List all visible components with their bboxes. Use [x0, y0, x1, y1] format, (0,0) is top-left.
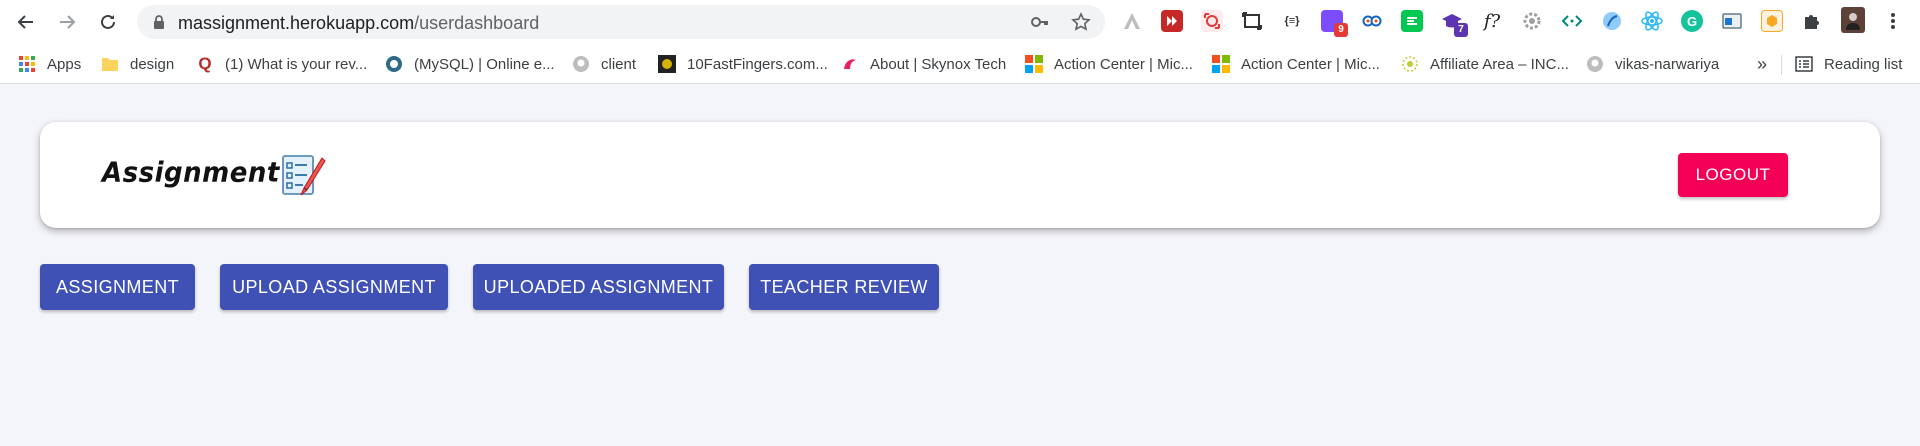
- apps-grid-icon: [18, 55, 36, 73]
- logout-button[interactable]: LOGOUT: [1678, 153, 1788, 197]
- bookmark-label: About | Skynox Tech: [870, 55, 1007, 73]
- microsoft-icon: [1025, 55, 1043, 73]
- bookmarks-overflow-button[interactable]: »: [1757, 53, 1767, 75]
- reading-list-icon: [1795, 55, 1813, 73]
- folder-icon: [101, 55, 119, 73]
- bookmark-label: client: [601, 55, 637, 73]
- key-icon[interactable]: [1030, 12, 1050, 32]
- bookmark-action-center-1[interactable]: Action Center | Mic...: [1025, 53, 1193, 75]
- bookmark-vikas-narwariya[interactable]: vikas-narwariya: [1586, 53, 1719, 75]
- adobe-icon[interactable]: [1121, 10, 1143, 32]
- uploaded-assignment-button[interactable]: UPLOADED ASSIGNMENT: [473, 264, 724, 310]
- back-button[interactable]: [10, 6, 42, 38]
- bookmark-label: Action Center | Mic...: [1241, 55, 1380, 73]
- video-downloader-icon[interactable]: [1161, 10, 1183, 32]
- react-icon[interactable]: [1641, 10, 1663, 32]
- bookmark-mysql[interactable]: (MySQL) | Online e...: [385, 53, 555, 75]
- reading-list-label: Reading list: [1824, 55, 1903, 73]
- github-icon: [572, 55, 590, 73]
- upload-assignment-button[interactable]: UPLOAD ASSIGNMENT: [220, 264, 448, 310]
- bookmarks-bar: Apps design Q (1) What is your rev... (M…: [0, 44, 1920, 84]
- more-menu-icon[interactable]: [1882, 10, 1904, 32]
- bookmark-action-center-2[interactable]: Action Center | Mic...: [1212, 53, 1380, 75]
- purple-extension-icon[interactable]: 9: [1321, 10, 1348, 37]
- bookmark-10fastfingers[interactable]: 10FastFingers.com...: [658, 53, 828, 75]
- lock-icon: [154, 15, 164, 29]
- skynox-icon: [841, 55, 859, 73]
- reading-list-button[interactable]: Reading list: [1795, 53, 1902, 75]
- bookmark-client[interactable]: client: [572, 53, 636, 75]
- bookmark-label: design: [130, 55, 175, 73]
- address-bar[interactable]: massignment.herokuapp.com/userdashboard: [137, 5, 1105, 39]
- browser-toolbar: massignment.herokuapp.com/userdashboard …: [0, 0, 1920, 44]
- back-arrow-icon: [17, 15, 33, 29]
- teacher-review-button[interactable]: TEACHER REVIEW: [749, 264, 939, 310]
- bookmark-label: (MySQL) | Online e...: [414, 55, 555, 73]
- grammarly-icon[interactable]: G: [1681, 10, 1703, 32]
- bookmark-apps[interactable]: Apps: [18, 53, 81, 75]
- star-bookmark-icon[interactable]: [1071, 12, 1091, 32]
- affiliate-icon: [1401, 55, 1419, 73]
- app-logo: Assignment: [102, 157, 280, 189]
- checklist-pencil-icon: [282, 155, 326, 196]
- profile-avatar-icon[interactable]: [1841, 7, 1865, 33]
- bookmarks-divider: [1781, 55, 1782, 75]
- bookmark-skynox[interactable]: About | Skynox Tech: [841, 53, 1006, 75]
- screen-capture-icon[interactable]: [1201, 10, 1223, 32]
- graduation-cap-icon[interactable]: 7: [1441, 10, 1468, 37]
- bookmark-label: (1) What is your rev...: [225, 55, 368, 73]
- bookmark-quora[interactable]: Q (1) What is your rev...: [196, 53, 367, 75]
- gear-extension-icon[interactable]: [1521, 10, 1543, 32]
- assignment-button[interactable]: ASSIGNMENT: [40, 264, 195, 310]
- forward-button[interactable]: [51, 6, 83, 38]
- owl-extension-icon[interactable]: [1361, 10, 1383, 32]
- reload-icon: [101, 14, 115, 29]
- bookmark-label: 10FastFingers.com...: [687, 55, 828, 73]
- puzzle-icon[interactable]: [1801, 10, 1823, 32]
- orange-extension-icon[interactable]: [1761, 10, 1783, 32]
- url-text: massignment.herokuapp.com/userdashboard: [178, 13, 539, 34]
- green-extension-icon[interactable]: [1401, 10, 1423, 32]
- tenfastfingers-icon: [658, 55, 676, 73]
- code-brackets-icon[interactable]: [1561, 10, 1583, 32]
- screenshot-frame-icon[interactable]: [1241, 10, 1263, 32]
- forward-arrow-icon: [60, 15, 76, 29]
- quora-icon: Q: [198, 54, 212, 73]
- function-icon[interactable]: f?: [1481, 10, 1503, 32]
- bookmark-label: Apps: [47, 55, 82, 73]
- bookmark-design[interactable]: design: [101, 53, 174, 75]
- extension-badge: 7: [1454, 23, 1468, 37]
- bookmark-affiliate[interactable]: Affiliate Area – INC...: [1401, 53, 1569, 75]
- url-path: /userdashboard: [414, 13, 540, 33]
- url-host: massignment.herokuapp.com: [178, 13, 415, 33]
- bookmark-label: Affiliate Area – INC...: [1430, 55, 1569, 73]
- app-header: Assignment LOGOUT: [40, 122, 1880, 228]
- github-icon: [1586, 55, 1604, 73]
- bookmark-label: vikas-narwariya: [1615, 55, 1720, 73]
- mysql-icon: [385, 55, 403, 73]
- window-extension-icon[interactable]: [1721, 10, 1743, 32]
- json-formatter-icon[interactable]: {≡}: [1281, 10, 1303, 32]
- microsoft-icon: [1212, 55, 1230, 73]
- bookmark-label: Action Center | Mic...: [1054, 55, 1193, 73]
- reload-button[interactable]: [92, 6, 124, 38]
- extension-badge: 9: [1334, 23, 1348, 37]
- blue-feather-icon[interactable]: [1601, 10, 1623, 32]
